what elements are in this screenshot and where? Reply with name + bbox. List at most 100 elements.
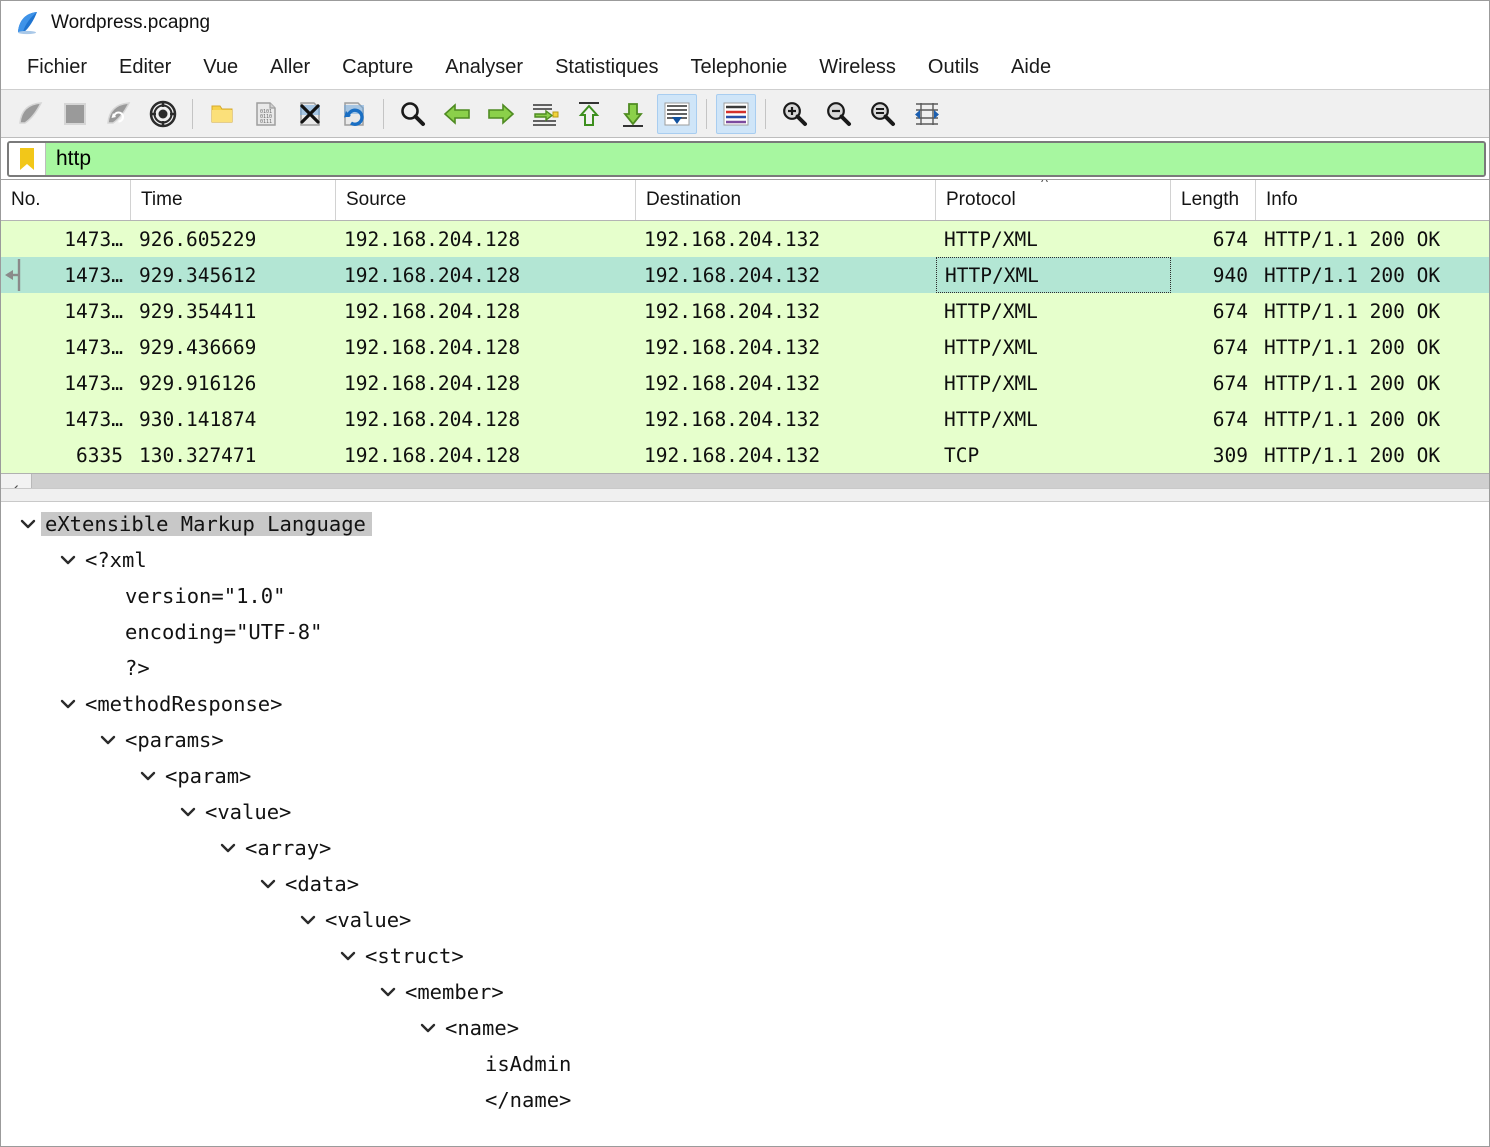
menu-fichier[interactable]: Fichier <box>13 53 101 82</box>
tree-node[interactable]: ?> <box>1 650 1489 686</box>
zoom-out-icon[interactable] <box>819 94 859 134</box>
pane-splitter[interactable] <box>1 488 1489 502</box>
packet-row[interactable]: 1473… 930.141874 192.168.204.128 192.168.20… <box>1 401 1489 437</box>
column-header-no[interactable]: No. <box>1 180 131 220</box>
menu-telephonie[interactable]: Telephonie <box>676 53 801 82</box>
reload-file-icon[interactable] <box>334 94 374 134</box>
packet-row[interactable]: 1473… 929.436669 192.168.204.128 192.168.20… <box>1 329 1489 365</box>
tree-node[interactable]: <name> <box>1 1010 1489 1046</box>
column-header-protocol[interactable]: Protocol <box>936 180 1171 220</box>
tree-node-label: isAdmin <box>485 1052 572 1076</box>
chevron-down-icon[interactable] <box>135 769 161 783</box>
chevron-down-icon[interactable] <box>415 1021 441 1035</box>
menu-statistiques[interactable]: Statistiques <box>541 53 672 82</box>
colorize-packets-icon[interactable] <box>716 93 756 134</box>
tree-node[interactable]: version="1.0" <box>1 578 1489 614</box>
tree-node-label: <params> <box>125 728 224 752</box>
tree-node-label: ?> <box>125 656 150 680</box>
column-header-source[interactable]: Source <box>336 180 636 220</box>
packet-row[interactable]: 1473… 929.345612 192.168.204.128 192.168.20… <box>1 257 1489 293</box>
tree-node[interactable]: <value> <box>1 794 1489 830</box>
capture-options-gear-icon[interactable] <box>143 94 183 134</box>
tree-node[interactable]: <params> <box>1 722 1489 758</box>
tree-node[interactable]: eXtensible Markup Language <box>1 506 1489 542</box>
bookmark-icon[interactable] <box>9 142 46 175</box>
toolbar-separator-4 <box>765 98 766 129</box>
zoom-reset-icon[interactable] <box>863 94 903 134</box>
chevron-down-icon[interactable] <box>335 949 361 963</box>
packet-detail-tree: eXtensible Markup Language <?xml version="… <box>1 506 1489 1118</box>
packet-list-header: ^ No. Time Source Destination Protocol L… <box>1 180 1489 221</box>
packet-cell-info: HTTP/1.1 200 OK <box>1264 371 1441 395</box>
menu-wireless[interactable]: Wireless <box>805 53 910 82</box>
tree-node[interactable]: encoding="UTF-8" <box>1 614 1489 650</box>
chevron-down-icon[interactable] <box>55 553 81 567</box>
packet-row[interactable]: 1473… 929.916126 192.168.204.128 192.168.20… <box>1 365 1489 401</box>
tree-node[interactable]: </name> <box>1 1082 1489 1118</box>
tree-node[interactable]: <methodResponse> <box>1 686 1489 722</box>
packet-cell-time: 929.345612 <box>139 263 257 287</box>
packet-cell-no: 1473… <box>64 227 123 251</box>
tree-node[interactable]: <data> <box>1 866 1489 902</box>
column-header-destination[interactable]: Destination <box>636 180 936 220</box>
close-file-icon[interactable] <box>290 94 330 134</box>
stop-capture-icon[interactable] <box>55 94 95 134</box>
menu-vue[interactable]: Vue <box>189 53 252 82</box>
menu-analyser[interactable]: Analyser <box>431 53 537 82</box>
scroll-track[interactable] <box>32 474 1489 488</box>
chevron-down-icon[interactable] <box>95 733 121 747</box>
tree-node-label: <array> <box>245 836 332 860</box>
auto-scroll-icon[interactable] <box>657 93 697 134</box>
restart-capture-icon[interactable] <box>99 94 139 134</box>
go-to-last-packet-icon[interactable] <box>613 94 653 134</box>
tree-node[interactable]: <value> <box>1 902 1489 938</box>
go-back-arrow-icon[interactable] <box>437 94 477 134</box>
chevron-down-icon[interactable] <box>375 985 401 999</box>
packet-cell-info: HTTP/1.1 200 OK <box>1264 263 1441 287</box>
tree-node[interactable]: <array> <box>1 830 1489 866</box>
packet-cell-length: 674 <box>1212 227 1248 251</box>
resize-columns-icon[interactable] <box>907 94 947 134</box>
menu-aller[interactable]: Aller <box>256 53 324 82</box>
packet-cell-length: 674 <box>1212 335 1248 359</box>
go-to-first-packet-icon[interactable] <box>569 94 609 134</box>
chevron-down-icon[interactable] <box>215 841 241 855</box>
start-capture-shark-icon[interactable] <box>11 94 51 134</box>
menu-outils[interactable]: Outils <box>914 53 993 82</box>
menu-aide[interactable]: Aide <box>997 53 1065 82</box>
tree-node[interactable]: <member> <box>1 974 1489 1010</box>
column-header-time[interactable]: Time <box>131 180 336 220</box>
zoom-in-icon[interactable] <box>775 94 815 134</box>
chevron-down-icon[interactable] <box>175 805 201 819</box>
go-to-packet-icon[interactable] <box>525 94 565 134</box>
packet-cell-source: 192.168.204.128 <box>344 299 521 323</box>
packet-cell-destination: 192.168.204.132 <box>644 443 821 467</box>
tree-node[interactable]: <struct> <box>1 938 1489 974</box>
menu-editer[interactable]: Editer <box>105 53 185 82</box>
packet-details-pane: eXtensible Markup Language <?xml version="… <box>1 502 1489 1146</box>
column-header-info[interactable]: Info <box>1256 180 1489 220</box>
packet-cell-time: 929.436669 <box>139 335 257 359</box>
packet-row[interactable]: 1473… 929.354411 192.168.204.128 192.168.20… <box>1 293 1489 329</box>
open-file-folder-icon[interactable] <box>202 94 242 134</box>
packet-row[interactable]: 1473… 926.605229 192.168.204.128 192.168.20… <box>1 221 1489 257</box>
tree-node[interactable]: isAdmin <box>1 1046 1489 1082</box>
chevron-down-icon[interactable] <box>15 517 41 531</box>
chevron-down-icon[interactable] <box>255 877 281 891</box>
scroll-left-arrow-icon[interactable]: ‹ <box>1 474 32 488</box>
menu-capture[interactable]: Capture <box>328 53 427 82</box>
find-packet-magnifier-icon[interactable] <box>393 94 433 134</box>
packet-cell-destination: 192.168.204.132 <box>644 299 821 323</box>
tree-node-label: version="1.0" <box>125 584 286 608</box>
tree-node[interactable]: <?xml <box>1 542 1489 578</box>
chevron-down-icon[interactable] <box>55 697 81 711</box>
packet-cell-destination: 192.168.204.132 <box>644 335 821 359</box>
save-file-icon[interactable]: 0101 0110 0111 <box>246 94 286 134</box>
packet-list-horizontal-scrollbar[interactable]: ‹ <box>1 473 1489 488</box>
tree-node[interactable]: <param> <box>1 758 1489 794</box>
chevron-down-icon[interactable] <box>295 913 321 927</box>
display-filter-input[interactable] <box>46 142 1484 175</box>
go-forward-arrow-icon[interactable] <box>481 94 521 134</box>
packet-row[interactable]: 6335 130.327471 192.168.204.128 192.168.204… <box>1 437 1489 473</box>
column-header-length[interactable]: Length <box>1171 180 1256 220</box>
